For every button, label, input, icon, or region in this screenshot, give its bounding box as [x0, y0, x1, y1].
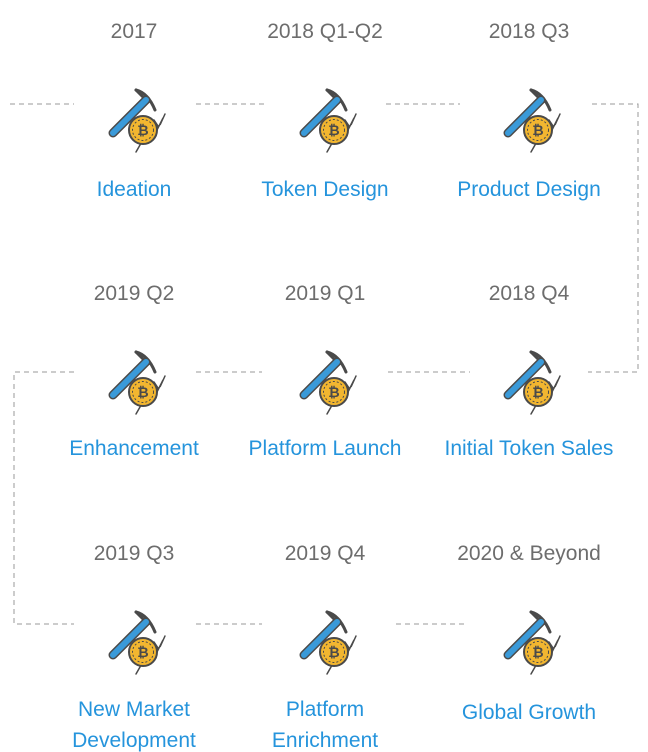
- milestone-label: Enhancement: [69, 437, 199, 460]
- pickaxe-bitcoin-icon: ₿: [503, 350, 561, 415]
- svg-text:₿: ₿: [137, 123, 148, 139]
- milestone-date: 2019 Q4: [284, 542, 366, 565]
- roadmap-diagram: 2017 ₿ 2018 Q1-Q2 ₿ 2018 Q3 ₿ Ideation T…: [0, 0, 648, 752]
- milestone-label: Product Design: [457, 178, 601, 201]
- milestone-date: 2018 Q4: [488, 282, 570, 305]
- svg-text:₿: ₿: [328, 123, 339, 139]
- milestone-date: 2019 Q3: [93, 542, 175, 565]
- pickaxe-bitcoin-icon: ₿: [299, 88, 357, 153]
- svg-text:₿: ₿: [532, 385, 543, 401]
- milestone-label: Initial Token Sales: [444, 437, 614, 460]
- milestone-label: Platform Launch: [248, 437, 402, 460]
- milestone-date: 2019 Q1: [284, 282, 366, 305]
- svg-text:₿: ₿: [532, 645, 543, 661]
- svg-text:₿: ₿: [137, 645, 148, 661]
- pickaxe-bitcoin-icon: ₿: [299, 610, 357, 675]
- milestone-ideation: 2017 ₿: [34, 20, 234, 170]
- milestone-token-design: 2018 Q1-Q2 ₿: [225, 20, 425, 170]
- milestone-date: 2019 Q2: [93, 282, 175, 305]
- svg-text:₿: ₿: [328, 385, 339, 401]
- milestone-label: Platform Enrichment: [271, 698, 379, 752]
- milestone-platform-launch: 2019 Q1 ₿: [225, 282, 425, 432]
- svg-text:₿: ₿: [328, 645, 339, 661]
- pickaxe-bitcoin-icon: ₿: [299, 350, 357, 415]
- milestone-global-growth: 2020 & Beyond ₿: [429, 542, 629, 692]
- pickaxe-bitcoin-icon: ₿: [503, 610, 561, 675]
- milestone-initial-token-sales: 2018 Q4 ₿: [429, 282, 629, 432]
- milestone-date: 2018 Q1-Q2: [267, 20, 383, 43]
- milestone-platform-enrichment: 2019 Q4 ₿: [225, 542, 425, 692]
- milestone-label: Ideation: [96, 178, 172, 201]
- milestone-label: Token Design: [261, 178, 389, 201]
- milestone-label: Global Growth: [461, 701, 597, 724]
- milestone-date: 2018 Q3: [488, 20, 570, 43]
- milestone-new-market-development: 2019 Q3 ₿: [34, 542, 234, 692]
- pickaxe-bitcoin-icon: ₿: [108, 350, 166, 415]
- milestone-date: 2020 & Beyond: [457, 542, 601, 565]
- svg-text:₿: ₿: [137, 385, 148, 401]
- milestone-date: 2017: [110, 20, 158, 43]
- pickaxe-bitcoin-icon: ₿: [108, 88, 166, 153]
- milestone-product-design: 2018 Q3 ₿: [429, 20, 629, 170]
- milestone-enhancement: 2019 Q2 ₿: [34, 282, 234, 432]
- milestone-label: New Market Development: [72, 698, 196, 752]
- svg-text:₿: ₿: [532, 123, 543, 139]
- pickaxe-bitcoin-icon: ₿: [503, 88, 561, 153]
- pickaxe-bitcoin-icon: ₿: [108, 610, 166, 675]
